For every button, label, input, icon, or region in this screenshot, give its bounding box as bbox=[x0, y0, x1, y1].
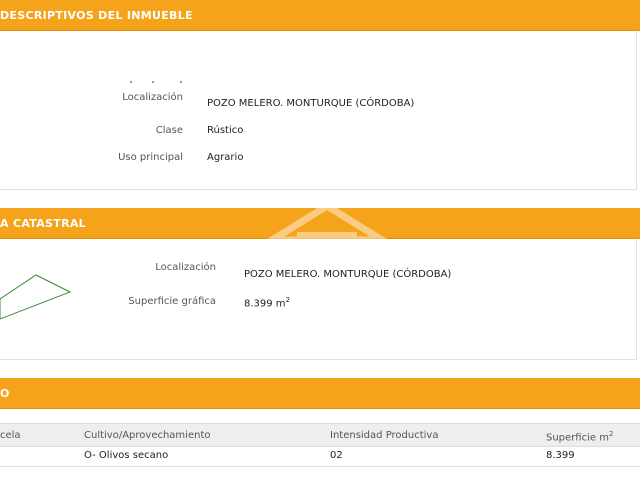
uso-principal-value: Agrario bbox=[207, 152, 244, 163]
descriptivos-panel: Localización POZO MELERO. MONTURQUE (CÓR… bbox=[0, 31, 637, 190]
section-title: DESCRIPTIVOS DEL INMUEBLE bbox=[0, 9, 193, 22]
col-subparcela: cela bbox=[0, 430, 21, 441]
localizacion-label: Localización bbox=[122, 92, 183, 103]
clase-value: Rústico bbox=[207, 125, 244, 136]
uso-principal-label: Uso principal bbox=[118, 152, 183, 163]
col-intensidad: Intensidad Productiva bbox=[330, 430, 439, 441]
cell-superficie: 8.399 bbox=[546, 450, 575, 461]
section-header-descriptivos: DESCRIPTIVOS DEL INMUEBLE bbox=[0, 0, 640, 31]
section-header-cultivo: O bbox=[0, 378, 640, 409]
superficie-grafica-label: Superficie gráfica bbox=[128, 296, 216, 307]
col-superficie: Superficie m2 bbox=[546, 430, 614, 444]
superficie-grafica-value: 8.399 m2 bbox=[244, 296, 291, 310]
cell-cultivo: O- Olivos secano bbox=[84, 450, 169, 461]
parcela-localizacion-value: POZO MELERO. MONTURQUE (CÓRDOBA) bbox=[244, 269, 452, 280]
localizacion-value: POZO MELERO. MONTURQUE (CÓRDOBA) bbox=[207, 98, 415, 109]
parcela-localizacion-label: Localización bbox=[155, 262, 216, 273]
section-title: A CATASTRAL bbox=[0, 217, 86, 230]
parcela-panel: Localización POZO MELERO. MONTURQUE (CÓR… bbox=[0, 239, 637, 360]
cultivo-table-header: cela Cultivo/Aprovechamiento Intensidad … bbox=[0, 423, 640, 447]
cell-intensidad: 02 bbox=[330, 450, 343, 461]
decorative-dots bbox=[130, 81, 190, 85]
parcel-shape-icon bbox=[0, 274, 72, 320]
col-cultivo: Cultivo/Aprovechamiento bbox=[84, 430, 211, 441]
table-row: O- Olivos secano 02 8.399 bbox=[0, 446, 640, 467]
clase-label: Clase bbox=[155, 125, 183, 136]
section-title: O bbox=[0, 387, 10, 400]
